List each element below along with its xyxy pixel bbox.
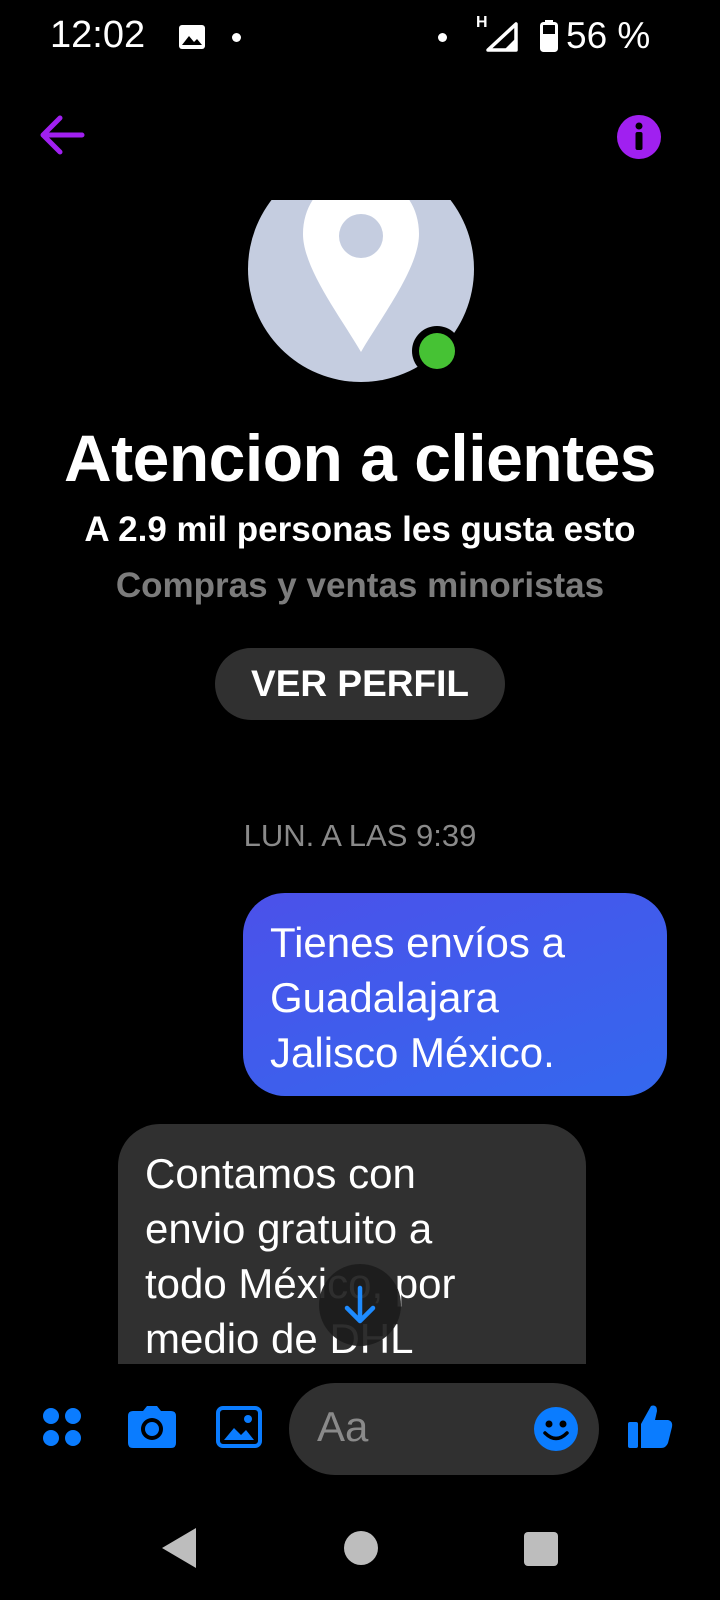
nav-back-icon[interactable] — [160, 1526, 198, 1570]
outgoing-message-text: Tienes envíos a Guadalajara Jalisco Méxi… — [270, 919, 565, 1076]
apps-icon[interactable] — [40, 1405, 84, 1449]
info-button[interactable] — [616, 114, 662, 160]
camera-icon[interactable] — [127, 1405, 177, 1449]
status-time: 12:02 — [50, 14, 146, 56]
page-category: Compras y ventas minoristas — [115, 566, 605, 605]
battery-percent: 56 % — [566, 15, 651, 56]
likes-count: A 2.9 mil personas les gusta esto — [84, 510, 636, 549]
arrow-left-icon — [40, 115, 85, 155]
arrow-down-icon — [344, 1285, 376, 1324]
page-title: Atencion a clientes — [63, 421, 657, 495]
message-input-placeholder: Aa — [317, 1403, 369, 1450]
thumbs-up-icon[interactable] — [626, 1402, 674, 1450]
outgoing-message[interactable]: Tienes envíos a Guadalajara Jalisco Méxi… — [243, 893, 667, 1096]
emoji-icon[interactable] — [533, 1406, 579, 1452]
image-notification-icon — [179, 25, 205, 49]
back-button[interactable] — [34, 110, 88, 160]
info-icon — [617, 115, 661, 159]
nav-home-icon[interactable] — [344, 1531, 378, 1565]
notification-dot-icon — [232, 33, 241, 42]
scroll-to-bottom-button[interactable] — [319, 1264, 401, 1346]
status-bar: 12:02 H 56 % — [0, 0, 720, 80]
view-profile-button[interactable]: VER PERFIL — [215, 648, 505, 720]
signal-icon — [486, 22, 518, 52]
signal-dot-icon — [438, 33, 447, 42]
gallery-icon[interactable] — [216, 1406, 262, 1448]
message-composer: Aa — [0, 1380, 720, 1490]
message-timestamp: LUN. A LAS 9:39 — [243, 818, 477, 853]
battery-icon — [540, 20, 558, 52]
online-status-dot — [412, 326, 462, 376]
nav-recents-icon[interactable] — [524, 1532, 558, 1566]
message-input[interactable]: Aa — [289, 1383, 599, 1475]
